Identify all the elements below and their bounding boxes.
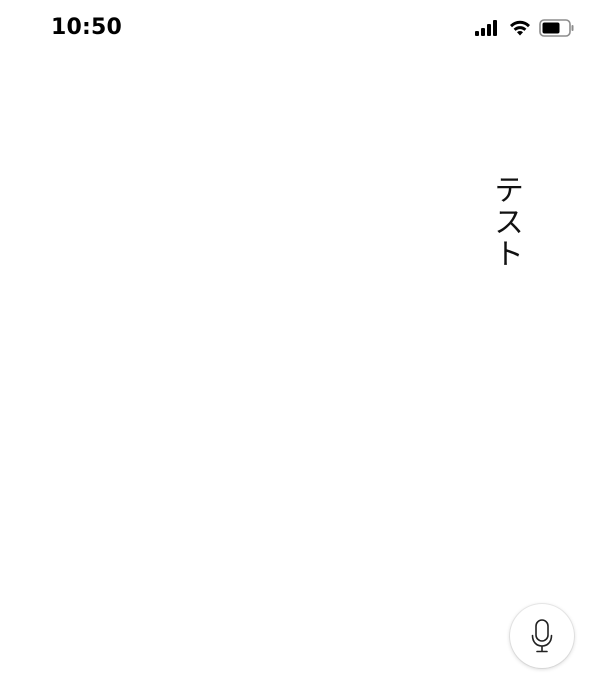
- vertical-text: テスト: [488, 174, 523, 270]
- status-bar: 10:50: [0, 0, 597, 56]
- status-time: 10:50: [51, 15, 123, 40]
- status-icons: [475, 18, 575, 38]
- wifi-icon: [509, 20, 531, 36]
- microphone-button[interactable]: [510, 604, 574, 668]
- battery-icon: [539, 19, 575, 37]
- cellular-signal-icon: [475, 20, 501, 36]
- microphone-icon: [529, 618, 555, 654]
